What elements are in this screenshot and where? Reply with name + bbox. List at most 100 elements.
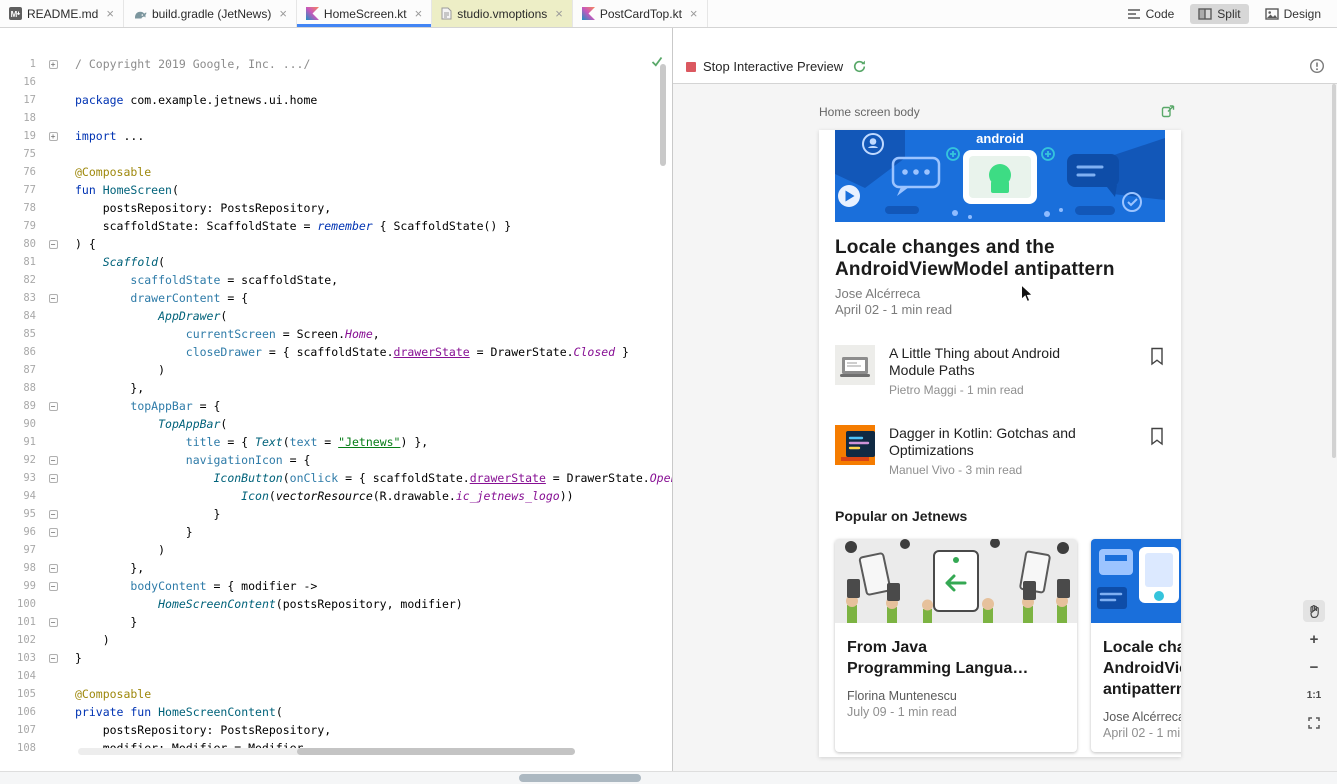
design-surface[interactable]: Home screen body (673, 84, 1337, 771)
fold-marker[interactable]: + (36, 55, 70, 73)
scrollbar-thumb[interactable] (519, 774, 641, 782)
preview-vertical-scrollbar[interactable] (1332, 84, 1336, 458)
refresh-preview-button[interactable] (852, 59, 867, 74)
code-line[interactable]: 85 currentScreen = Screen.Home, (0, 325, 672, 343)
fold-marker[interactable]: − (36, 289, 70, 307)
compose-preview-screen[interactable]: android Locale changes and t (819, 130, 1181, 757)
fold-marker[interactable]: − (36, 397, 70, 415)
popular-card[interactable]: From Java Programming Langua… Florina Mu… (835, 539, 1077, 752)
code-line[interactable]: 98− }, (0, 559, 672, 577)
zoom-to-fit-button[interactable] (1303, 712, 1325, 734)
code-line[interactable]: 18 (0, 109, 672, 127)
code-token (75, 489, 241, 503)
tab-close-icon[interactable]: × (106, 8, 114, 20)
hero-article-title[interactable]: Locale changes and the AndroidViewModel … (835, 237, 1165, 281)
code-text: package com.example.jetnews.ui.home (75, 91, 672, 109)
code-line[interactable]: 91 title = { Text(text = "Jetnews") }, (0, 433, 672, 451)
zoom-in-button[interactable]: + (1303, 628, 1325, 650)
code-line[interactable]: 104 (0, 667, 672, 685)
tab-close-icon[interactable]: × (690, 8, 698, 20)
tab-postcardtop-kt[interactable]: PostCardTop.kt × (573, 0, 708, 27)
fold-marker[interactable]: − (36, 613, 70, 631)
pan-button[interactable] (1303, 600, 1325, 622)
code-line[interactable]: 16 (0, 73, 672, 91)
fold-marker[interactable]: − (36, 577, 70, 595)
fold-marker[interactable]: − (36, 649, 70, 667)
zoom-out-button[interactable]: − (1303, 656, 1325, 678)
tab-homescreen-kt[interactable]: HomeScreen.kt × (297, 0, 432, 27)
code-text: drawerContent = { (75, 289, 672, 307)
hero-article-image[interactable]: android (835, 130, 1165, 222)
fold-marker[interactable]: − (36, 523, 70, 541)
code-line[interactable]: 78 postsRepository: PostsRepository, (0, 199, 672, 217)
deploy-preview-button[interactable] (1161, 104, 1175, 123)
code-line[interactable]: 77fun HomeScreen( (0, 181, 672, 199)
code-line[interactable]: 19+import ... (0, 127, 672, 145)
tab-readme[interactable]: M README.md × (0, 0, 124, 27)
tab-build-gradle[interactable]: build.gradle (JetNews) × (124, 0, 297, 27)
code-line[interactable]: 84 AppDrawer( (0, 307, 672, 325)
code-line[interactable]: 95− } (0, 505, 672, 523)
popular-card[interactable]: Locale changes and the AndroidViewModel … (1091, 539, 1181, 752)
file-icon (441, 7, 452, 20)
code-token: postsRepository: PostsRepository, (75, 201, 331, 215)
code-line[interactable]: 17package com.example.jetnews.ui.home (0, 91, 672, 109)
scrollbar-thumb[interactable] (297, 748, 575, 755)
code-token: = { (220, 291, 248, 305)
fold-marker[interactable]: − (36, 559, 70, 577)
article-list-item[interactable]: Dagger in Kotlin: Gotchas and Optimizati… (835, 425, 1165, 477)
code-line[interactable]: 94 Icon(vectorResource(R.drawable.ic_jet… (0, 487, 672, 505)
code-line[interactable]: 79 scaffoldState: ScaffoldState = rememb… (0, 217, 672, 235)
zoom-fit-icon (1308, 717, 1320, 729)
code-line[interactable]: 75 (0, 145, 672, 163)
code-line[interactable]: 86 closeDrawer = { scaffoldState.drawerS… (0, 343, 672, 361)
fold-marker[interactable]: − (36, 469, 70, 487)
fold-marker[interactable]: − (36, 451, 70, 469)
code-line[interactable]: 93− IconButton(onClick = { scaffoldState… (0, 469, 672, 487)
fold-marker[interactable]: − (36, 235, 70, 253)
code-line[interactable]: 99− bodyContent = { modifier -> (0, 577, 672, 595)
code-line[interactable]: 89− topAppBar = { (0, 397, 672, 415)
view-design-button[interactable]: Design (1257, 4, 1329, 24)
code-token: = { (283, 453, 311, 467)
code-line[interactable]: 100 HomeScreenContent(postsRepository, m… (0, 595, 672, 613)
issues-panel-button[interactable] (1309, 58, 1325, 74)
code-line[interactable]: 83− drawerContent = { (0, 289, 672, 307)
tab-studio-vmoptions[interactable]: studio.vmoptions × (432, 0, 573, 27)
code-token: = { (220, 435, 255, 449)
code-line[interactable]: 1+/ Copyright 2019 Google, Inc. .../ (0, 55, 672, 73)
tab-close-icon[interactable]: × (555, 8, 563, 20)
code-line[interactable]: 97 ) (0, 541, 672, 559)
code-line[interactable]: 96− } (0, 523, 672, 541)
tab-close-icon[interactable]: × (279, 8, 287, 20)
code-line[interactable]: 106private fun HomeScreenContent( (0, 703, 672, 721)
code-line[interactable]: 88 }, (0, 379, 672, 397)
editor-vertical-scrollbar[interactable] (660, 64, 666, 166)
fold-marker[interactable]: − (36, 505, 70, 523)
code-line[interactable]: 92− navigationIcon = { (0, 451, 672, 469)
stop-interactive-preview-button[interactable]: Stop Interactive Preview (686, 59, 843, 74)
editor-horizontal-scrollbar[interactable] (78, 748, 575, 755)
code-line[interactable]: 101− } (0, 613, 672, 631)
code-line[interactable]: 90 TopAppBar( (0, 415, 672, 433)
code-line[interactable]: 107 postsRepository: PostsRepository, (0, 721, 672, 739)
code-token: com.example.jetnews.ui.home (123, 93, 317, 107)
code-line[interactable]: 80−) { (0, 235, 672, 253)
code-line[interactable]: 76@Composable (0, 163, 672, 181)
view-code-button[interactable]: Code (1119, 4, 1183, 24)
fold-marker[interactable]: + (36, 127, 70, 145)
code-line[interactable]: 105@Composable (0, 685, 672, 703)
code-line[interactable]: 102 ) (0, 631, 672, 649)
tab-close-icon[interactable]: × (415, 8, 423, 20)
code-line[interactable]: 103−} (0, 649, 672, 667)
view-split-button[interactable]: Split (1190, 4, 1248, 24)
code-line[interactable]: 81 Scaffold( (0, 253, 672, 271)
zoom-actual-size-button[interactable]: 1:1 (1303, 684, 1325, 706)
bookmark-icon[interactable] (1149, 427, 1165, 477)
fold-spacer (36, 325, 70, 343)
bookmark-icon[interactable] (1149, 347, 1165, 397)
code-editor[interactable]: 1+/ Copyright 2019 Google, Inc. .../1617… (0, 28, 672, 771)
code-line[interactable]: 82 scaffoldState = scaffoldState, (0, 271, 672, 289)
article-list-item[interactable]: A Little Thing about Android Module Path… (835, 345, 1165, 397)
code-line[interactable]: 87 ) (0, 361, 672, 379)
